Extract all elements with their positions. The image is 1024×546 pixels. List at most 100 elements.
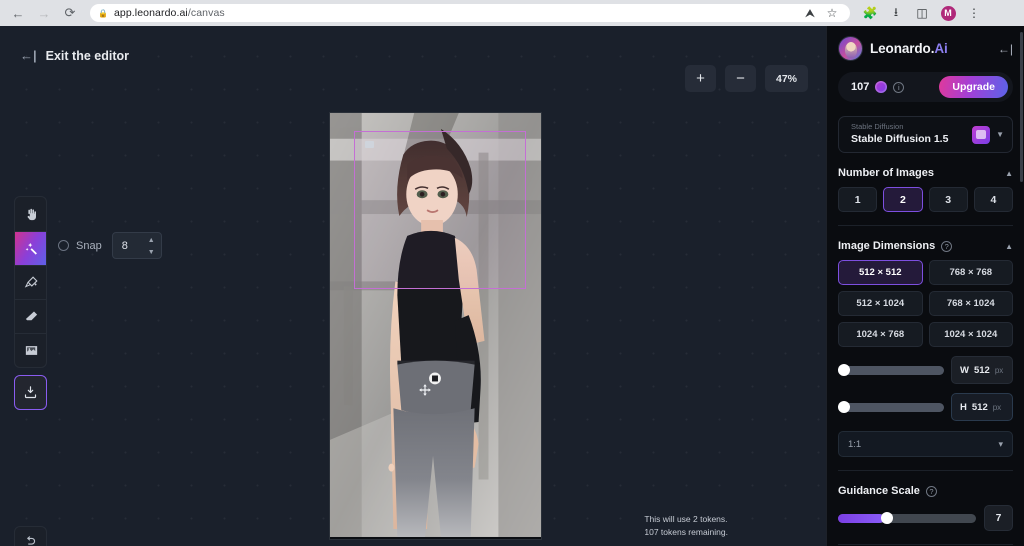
reload-icon[interactable]: ⟳: [60, 3, 80, 23]
address-bar-url: app.leonardo.ai/canvas: [113, 7, 225, 19]
forward-arrow-icon[interactable]: →: [34, 3, 54, 23]
undo-button[interactable]: [14, 526, 47, 546]
guidance-scale-value[interactable]: 7: [984, 505, 1013, 531]
info-icon[interactable]: ?: [925, 485, 937, 497]
model-selector[interactable]: Stable Diffusion Stable Diffusion 1.5 ▼: [838, 116, 1013, 153]
image-dimensions-title: Image Dimensions: [838, 240, 936, 252]
image-tool[interactable]: [15, 333, 46, 367]
sidebar-header: Leonardo.Ai ←|: [838, 26, 1013, 61]
token-usage-note: This will use 2 tokens. 107 tokens remai…: [644, 513, 728, 538]
image-dimensions-header[interactable]: Image Dimensions ? ▲: [838, 240, 1013, 252]
snap-value-input[interactable]: 8 ▲ ▼: [111, 232, 162, 259]
snap-toggle[interactable]: [58, 240, 69, 251]
chevron-down-icon[interactable]: ▼: [996, 130, 1004, 139]
kebab-menu-icon[interactable]: ⋮: [964, 3, 984, 23]
dimension-option-1024x1024[interactable]: 1024 × 1024: [928, 322, 1013, 347]
brand-name-suffix: Ai: [934, 41, 948, 56]
number-of-images-option-2[interactable]: 2: [883, 187, 923, 212]
token-count: 107: [851, 81, 870, 93]
image-icon: [25, 346, 38, 355]
share-icon[interactable]: ⮝: [800, 3, 820, 23]
width-value: 512: [973, 364, 990, 376]
browser-toolbar: ← → ⟳ 🔒 app.leonardo.ai/canvas ⮝ ☆ 🧩 ⭳ ◫…: [0, 0, 1024, 26]
info-icon[interactable]: i: [893, 81, 905, 93]
guidance-scale-slider[interactable]: [838, 512, 976, 524]
brand-name[interactable]: Leonardo.Ai: [870, 41, 948, 56]
dimension-option-1024x768[interactable]: 1024 × 768: [838, 322, 923, 347]
zoom-controls: + − 47%: [685, 65, 808, 92]
model-thumbnail: [972, 125, 991, 144]
width-unit: px: [994, 365, 1004, 375]
snap-value: 8: [121, 239, 128, 252]
section-divider: [838, 225, 1013, 226]
width-row: W 512 px: [838, 356, 1013, 384]
number-of-images-option-3[interactable]: 3: [928, 187, 968, 212]
exit-editor-label: Exit the editor: [45, 48, 129, 63]
puzzle-icon[interactable]: 🧩: [860, 3, 880, 23]
height-slider-knob[interactable]: [838, 401, 850, 413]
model-name: Stable Diffusion 1.5: [851, 132, 949, 145]
address-bar[interactable]: 🔒 app.leonardo.ai/canvas ⮝ ☆: [90, 4, 850, 22]
star-icon[interactable]: ☆: [822, 3, 842, 23]
info-icon[interactable]: ?: [941, 240, 953, 252]
profile-initial: M: [940, 5, 956, 21]
model-caption: Stable Diffusion: [851, 122, 904, 132]
number-of-images-header[interactable]: Number of Images ▲: [838, 167, 1013, 179]
number-of-images-option-4[interactable]: 4: [973, 187, 1013, 212]
back-arrow-icon[interactable]: ←: [8, 3, 28, 23]
number-of-images-option-1[interactable]: 1: [838, 187, 878, 212]
height-input[interactable]: H 512 px: [951, 393, 1013, 421]
chevron-up-icon[interactable]: ▲: [1005, 242, 1013, 251]
width-slider-knob[interactable]: [838, 364, 850, 376]
stepper-up-icon[interactable]: ▲: [146, 235, 157, 245]
exit-editor-button[interactable]: ←| Exit the editor: [20, 48, 129, 63]
guidance-scale-title: Guidance Scale: [838, 485, 920, 497]
eraser-tool[interactable]: [15, 299, 46, 333]
brand-avatar: [838, 36, 863, 61]
hand-tool[interactable]: [15, 197, 46, 231]
brand-name-main: Leonardo.: [870, 41, 935, 56]
dimension-option-768x768[interactable]: 768 × 768: [928, 260, 1013, 285]
selection-rectangle[interactable]: [354, 131, 526, 289]
avatar[interactable]: M: [938, 3, 958, 23]
canvas-workspace[interactable]: ←| Exit the editor + − 47% Snap 8 ▲ ▼ Th…: [0, 26, 826, 546]
magic-select-icon: [25, 242, 37, 255]
lock-icon: 🔒: [98, 8, 108, 18]
download-icon[interactable]: ⭳: [886, 3, 906, 23]
brush-tool[interactable]: [15, 265, 46, 299]
side-panel-icon[interactable]: ◫: [912, 3, 932, 23]
width-slider[interactable]: [838, 364, 944, 376]
aspect-ratio-select[interactable]: 1:1 ▾: [838, 431, 1013, 457]
token-usage-line-2: 107 tokens remaining.: [644, 526, 728, 537]
stepper-down-icon[interactable]: ▼: [146, 247, 157, 257]
height-slider[interactable]: [838, 401, 944, 413]
dimension-option-512x512[interactable]: 512 × 512: [838, 260, 923, 285]
dimension-option-512x1024[interactable]: 512 × 1024: [838, 291, 923, 316]
upgrade-button[interactable]: Upgrade: [939, 76, 1008, 98]
sidebar-scrollbar[interactable]: [1020, 32, 1023, 182]
height-row: H 512 px: [838, 393, 1013, 421]
zoom-in-button[interactable]: +: [685, 65, 716, 92]
selection-handle[interactable]: [365, 141, 374, 148]
guidance-scale-knob[interactable]: [880, 512, 893, 524]
height-value: 512: [971, 401, 988, 413]
zoom-out-button[interactable]: −: [725, 65, 756, 92]
guidance-scale-header: Guidance Scale ?: [838, 485, 1013, 497]
zoom-level-display[interactable]: 47%: [765, 65, 808, 92]
width-key: W: [960, 364, 969, 376]
width-input[interactable]: W 512 px: [951, 356, 1013, 384]
select-tool[interactable]: [15, 231, 46, 265]
dimension-option-768x1024[interactable]: 768 × 1024: [928, 291, 1013, 316]
undo-icon: [27, 536, 36, 545]
chevron-down-icon[interactable]: ▾: [998, 439, 1003, 450]
aspect-ratio-value: 1:1: [848, 438, 862, 450]
download-canvas-button[interactable]: [14, 375, 47, 410]
image-dimensions-options: 512 × 512 768 × 768 512 × 1024 768 × 102…: [838, 260, 1013, 347]
chevron-up-icon[interactable]: ▲: [1005, 169, 1013, 178]
download-canvas-icon: [24, 386, 37, 399]
token-coin-icon: [875, 81, 888, 93]
token-balance-bar: 107 i Upgrade: [838, 72, 1013, 102]
snap-steppers: ▲ ▼: [146, 235, 157, 257]
collapse-panel-icon[interactable]: ←|: [998, 42, 1013, 56]
number-of-images-options: 1 2 3 4: [838, 187, 1013, 212]
